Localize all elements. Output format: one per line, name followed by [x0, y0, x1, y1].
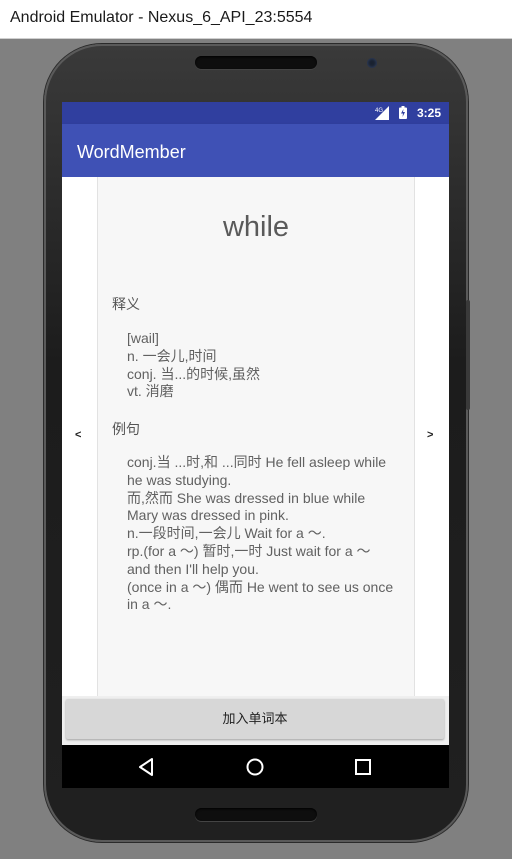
emulator-title-bar: Android Emulator - Nexus_6_API_23:5554 [0, 0, 512, 39]
example-line: he was studying. [127, 471, 232, 488]
example-list: conj.当 ...时,和 ...同时 He fell asleep while… [127, 454, 419, 614]
content-area: < while 释义 [wail] n. 一会儿,时间 conj. 当...的时… [62, 177, 449, 696]
example-line: (once in a ～) 偶而 He went to see us once [127, 578, 394, 595]
word-card[interactable]: while 释义 [wail] n. 一会儿,时间 conj. 当...的时候,… [97, 177, 415, 696]
side-button [466, 300, 470, 410]
top-speaker [195, 56, 317, 69]
battery-icon [399, 106, 407, 119]
back-icon[interactable] [137, 757, 157, 777]
next-word-button[interactable]: > [427, 429, 433, 441]
example-line: rp.(for a ～) 暂时,一时 Just wait for a ～ [127, 542, 371, 559]
definition-label: 释义 [112, 296, 140, 312]
add-to-wordbook-button[interactable]: 加入单词本 [66, 699, 444, 739]
definition-line: conj. 当...的时候,虽然 [127, 365, 261, 382]
pronunciation: [wail] [127, 330, 159, 346]
example-label: 例句 [112, 421, 140, 437]
example-line: and then I'll help you. [127, 560, 259, 577]
previous-word-button[interactable]: < [75, 429, 81, 441]
emulator-title: Android Emulator - Nexus_6_API_23:5554 [10, 9, 313, 26]
system-navigation-bar [62, 745, 449, 788]
definition-line: n. 一会儿,时间 [127, 347, 217, 364]
recents-icon[interactable] [353, 757, 373, 777]
headword: while [222, 211, 290, 243]
svg-text:4G: 4G [375, 108, 383, 114]
example-line: conj.当 ...时,和 ...同时 He fell asleep while [127, 454, 387, 470]
bottom-speaker [195, 808, 317, 821]
app-bar: WordMember [62, 124, 449, 177]
example-line: Mary was dressed in pink. [127, 507, 289, 524]
status-bar: 4G 3:25 [62, 102, 449, 124]
example-line: 而,然而 She was dressed in blue while [127, 489, 366, 506]
signal-icon: 4G [375, 106, 389, 120]
example-line: in a ～. [127, 596, 172, 613]
bottom-action-bar: 加入单词本 [62, 696, 449, 745]
front-camera [367, 58, 377, 68]
definition-line: vt. 消磨 [127, 383, 174, 400]
home-icon[interactable] [245, 757, 265, 777]
example-line: n.一段时间,一会儿 Wait for a ～. [127, 525, 326, 542]
definition-list: [wail] n. 一会儿,时间 conj. 当...的时候,虽然 vt. 消磨 [127, 330, 419, 401]
status-time: 3:25 [416, 106, 441, 120]
device-screen: 4G 3:25 WordMember < while 释义 [wail] n. … [62, 102, 449, 788]
app-title: WordMember [77, 142, 186, 162]
